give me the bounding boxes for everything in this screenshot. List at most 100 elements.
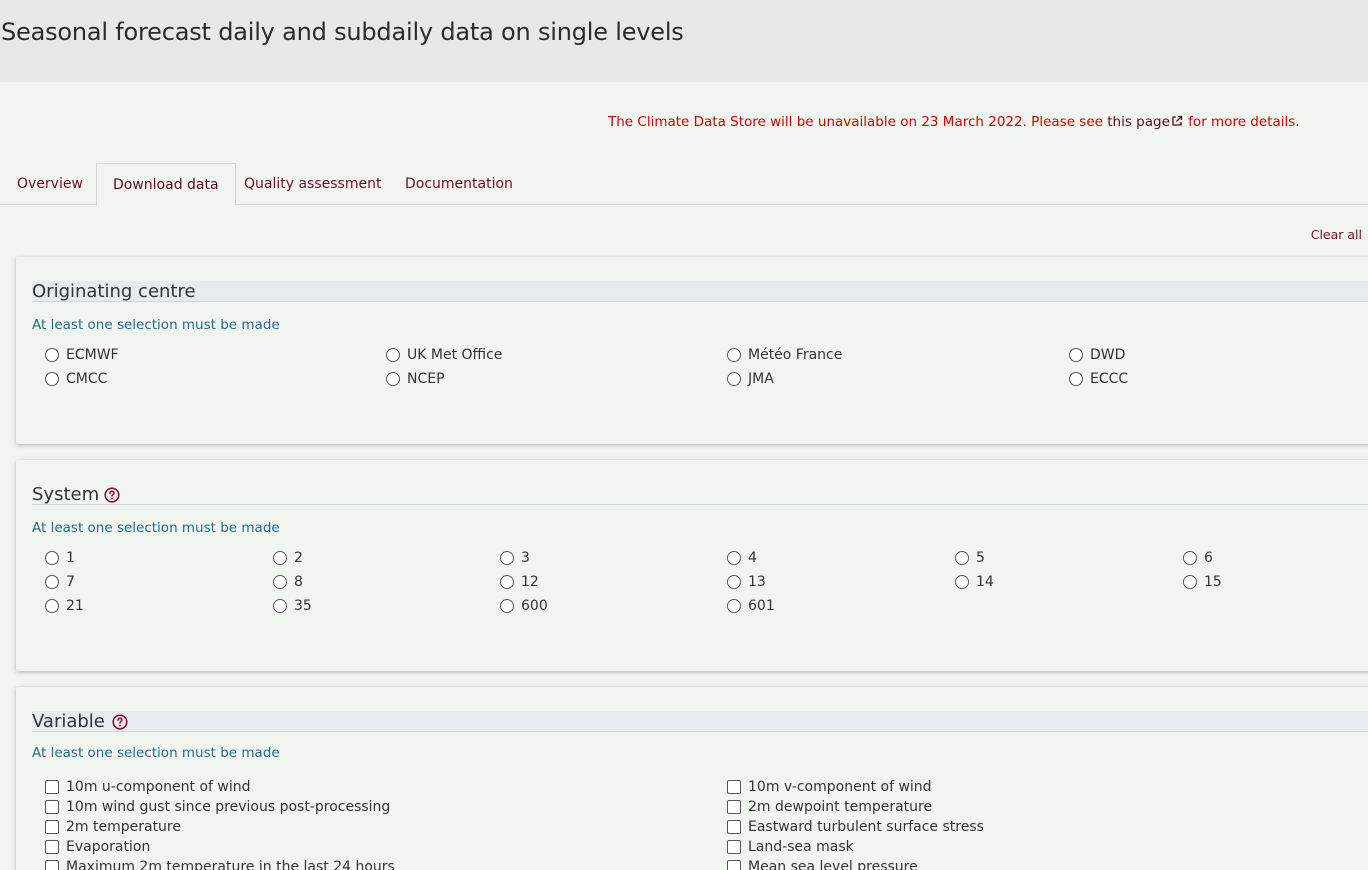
checkbox-option-evaporation[interactable]: Evaporation: [45, 839, 150, 855]
radio-option-system-1[interactable]: 1: [45, 550, 75, 566]
external-link-icon[interactable]: [1171, 115, 1183, 127]
radio-option-system-15[interactable]: 15: [1183, 574, 1222, 590]
checkbox-option-10m-v-wind[interactable]: 10m v-component of wind: [727, 779, 932, 795]
radio-option-jma[interactable]: JMA: [727, 371, 774, 387]
radio-button[interactable]: [1069, 372, 1083, 386]
radio-button[interactable]: [273, 551, 287, 565]
option-label: Evaporation: [66, 839, 151, 855]
radio-button[interactable]: [386, 348, 400, 362]
checkbox[interactable]: [727, 780, 741, 794]
radio-button[interactable]: [45, 551, 59, 565]
radio-button[interactable]: [727, 372, 741, 386]
radio-option-system-14[interactable]: 14: [955, 574, 994, 590]
originating-centre-header: Originating centre: [32, 281, 1368, 302]
radio-button[interactable]: [727, 599, 741, 613]
radio-option-cmcc[interactable]: CMCC: [45, 371, 107, 387]
option-label: 13: [748, 574, 766, 590]
tab-documentation[interactable]: Documentation: [389, 163, 529, 205]
radio-option-ecmwf[interactable]: ECMWF: [45, 347, 119, 363]
checkbox[interactable]: [727, 800, 741, 814]
radio-option-system-6[interactable]: 6: [1183, 550, 1213, 566]
radio-button[interactable]: [727, 551, 741, 565]
radio-button[interactable]: [1183, 551, 1197, 565]
checkbox[interactable]: [727, 860, 741, 870]
radio-button[interactable]: [955, 575, 969, 589]
checkbox-option-max-2m-temperature[interactable]: Maximum 2m temperature in the last 24 ho…: [45, 859, 395, 870]
tab-bar: Overview Download data Quality assessmen…: [0, 163, 1368, 206]
question-circle-icon[interactable]: [112, 714, 128, 730]
checkbox-option-eastward-stress[interactable]: Eastward turbulent surface stress: [727, 819, 984, 835]
tab-quality-assessment[interactable]: Quality assessment: [228, 163, 397, 205]
notice-text-before: The Climate Data Store will be unavailab…: [608, 114, 1108, 130]
option-label: Maximum 2m temperature in the last 24 ho…: [66, 859, 395, 870]
radio-option-ncep[interactable]: NCEP: [386, 371, 445, 387]
checkbox-option-mean-sea-level-pressure[interactable]: Mean sea level pressure: [727, 859, 918, 870]
option-label: ECCC: [1090, 371, 1129, 387]
checkbox[interactable]: [45, 820, 59, 834]
checkbox[interactable]: [45, 840, 59, 854]
radio-button[interactable]: [45, 599, 59, 613]
radio-button[interactable]: [45, 348, 59, 362]
checkbox[interactable]: [45, 780, 59, 794]
radio-option-dwd[interactable]: DWD: [1069, 347, 1125, 363]
radio-option-system-600[interactable]: 600: [500, 598, 548, 614]
originating-centre-panel: Originating centre At least one selectio…: [16, 257, 1368, 444]
checkbox-option-2m-dewpoint[interactable]: 2m dewpoint temperature: [727, 799, 932, 815]
maintenance-notice: The Climate Data Store will be unavailab…: [608, 114, 1300, 130]
checkbox[interactable]: [727, 840, 741, 854]
tab-download-data[interactable]: Download data: [96, 163, 236, 206]
checkbox[interactable]: [45, 800, 59, 814]
tab-overview[interactable]: Overview: [1, 163, 99, 205]
option-label: Land-sea mask: [748, 839, 854, 855]
radio-option-system-7[interactable]: 7: [45, 574, 75, 590]
radio-option-meteo-france[interactable]: Météo France: [727, 347, 842, 363]
checkbox-option-land-sea-mask[interactable]: Land-sea mask: [727, 839, 854, 855]
radio-option-system-21[interactable]: 21: [45, 598, 84, 614]
radio-option-system-12[interactable]: 12: [500, 574, 539, 590]
radio-button[interactable]: [500, 599, 514, 613]
checkbox[interactable]: [727, 820, 741, 834]
option-label: 10m u-component of wind: [66, 779, 251, 795]
radio-button[interactable]: [45, 575, 59, 589]
system-panel: System At least one selection must be ma…: [16, 460, 1368, 671]
option-label: 6: [1204, 550, 1213, 566]
radio-button[interactable]: [45, 372, 59, 386]
radio-option-system-13[interactable]: 13: [727, 574, 766, 590]
notice-link[interactable]: this page: [1107, 114, 1170, 130]
radio-option-eccc[interactable]: ECCC: [1069, 371, 1128, 387]
checkbox[interactable]: [45, 860, 59, 870]
radio-button[interactable]: [273, 599, 287, 613]
checkbox-option-2m-temperature[interactable]: 2m temperature: [45, 819, 181, 835]
radio-option-system-8[interactable]: 8: [273, 574, 303, 590]
question-circle-icon[interactable]: [104, 487, 120, 503]
radio-option-system-2[interactable]: 2: [273, 550, 303, 566]
option-label: Météo France: [748, 347, 843, 363]
radio-button[interactable]: [500, 551, 514, 565]
radio-option-system-601[interactable]: 601: [727, 598, 775, 614]
option-label: Mean sea level pressure: [748, 859, 918, 870]
checkbox-option-10m-u-wind[interactable]: 10m u-component of wind: [45, 779, 251, 795]
option-label: 4: [748, 550, 757, 566]
clear-all-link[interactable]: Clear all: [1311, 227, 1362, 242]
checkbox-option-10m-wind-gust[interactable]: 10m wind gust since previous post-proces…: [45, 799, 390, 815]
radio-option-system-5[interactable]: 5: [955, 550, 985, 566]
option-label: 5: [976, 550, 985, 566]
radio-button[interactable]: [955, 551, 969, 565]
radio-button[interactable]: [727, 575, 741, 589]
radio-option-system-4[interactable]: 4: [727, 550, 757, 566]
radio-option-system-3[interactable]: 3: [500, 550, 530, 566]
radio-button[interactable]: [273, 575, 287, 589]
radio-option-uk-met-office[interactable]: UK Met Office: [386, 347, 502, 363]
notice-text-after: for more details.: [1183, 114, 1300, 130]
radio-button[interactable]: [1183, 575, 1197, 589]
radio-button[interactable]: [1069, 348, 1083, 362]
variable-header: Variable: [32, 711, 1368, 732]
option-label: 10m v-component of wind: [748, 779, 932, 795]
page-header: Seasonal forecast daily and subdaily dat…: [0, 0, 1368, 82]
radio-button[interactable]: [727, 348, 741, 362]
radio-option-system-35[interactable]: 35: [273, 598, 312, 614]
option-label: 2m temperature: [66, 819, 181, 835]
radio-button[interactable]: [500, 575, 514, 589]
section-title: Originating centre: [32, 281, 196, 302]
radio-button[interactable]: [386, 372, 400, 386]
